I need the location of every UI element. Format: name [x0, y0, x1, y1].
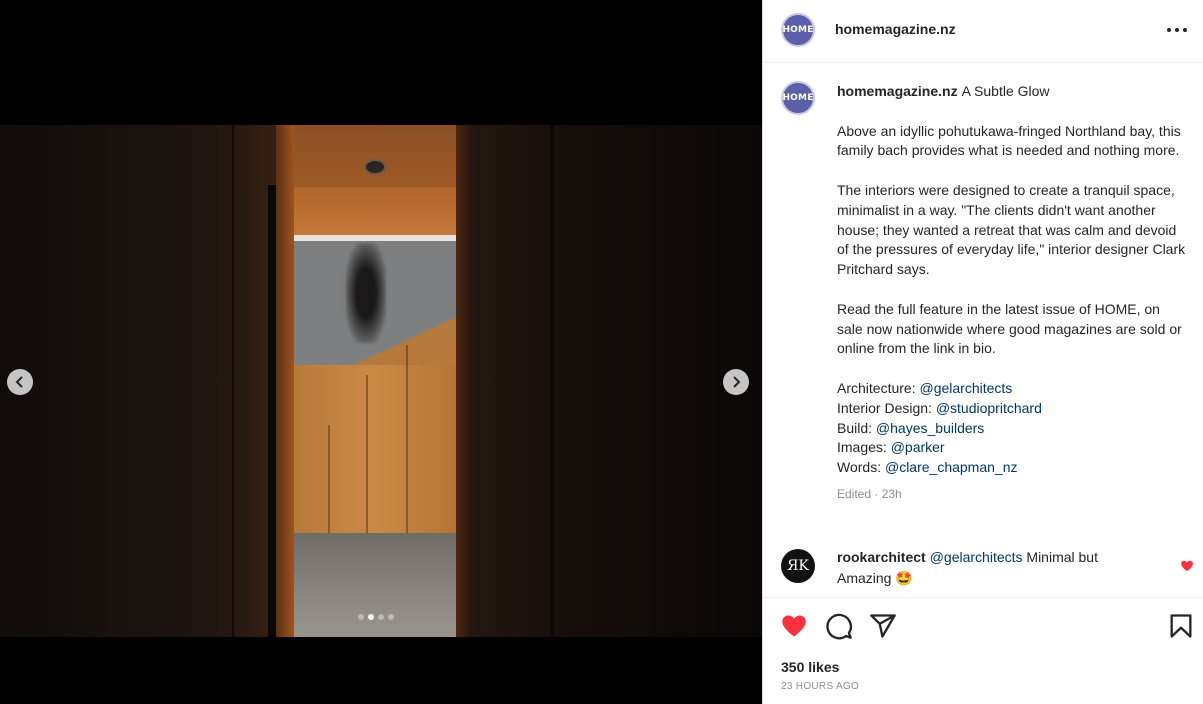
carousel-indicator: [358, 614, 394, 620]
carousel-dot: [358, 614, 364, 620]
mention-link[interactable]: @gelarchitects: [919, 380, 1012, 396]
caption-paragraph: Above an idyllic pohutukawa-fringed Nort…: [837, 122, 1181, 159]
post-caption: homemagazine.nz A Subtle Glow Above an id…: [837, 82, 1187, 505]
caption-username[interactable]: homemagazine.nz: [837, 83, 958, 99]
more-options-button[interactable]: [1165, 22, 1189, 38]
mention-link[interactable]: @hayes_builders: [876, 420, 984, 436]
carousel-dot: [378, 614, 384, 620]
post-header: HOME homemagazine.nz: [763, 0, 1203, 63]
mention-link[interactable]: @clare_chapman_nz: [885, 459, 1018, 475]
author-username[interactable]: homemagazine.nz: [835, 21, 956, 37]
heart-icon[interactable]: [780, 612, 808, 640]
author-avatar[interactable]: HOME: [781, 13, 815, 47]
more-horizontal-icon: [1167, 28, 1171, 32]
photo-left-wall: [0, 125, 290, 637]
bookmark-icon[interactable]: [1167, 612, 1195, 640]
commenter-avatar[interactable]: ЯK: [781, 549, 815, 583]
post-photo[interactable]: [0, 125, 762, 637]
caption-title: A Subtle Glow: [961, 83, 1050, 99]
mention-link[interactable]: @studiopritchard: [936, 400, 1042, 416]
comment-text: rookarchitect @gelarchitects Minimal but …: [837, 547, 1137, 589]
carousel-prev-button[interactable]: [7, 369, 33, 395]
comment-heart-icon[interactable]: [1180, 559, 1194, 573]
commenter-username[interactable]: rookarchitect: [837, 549, 926, 565]
post-side-panel: HOME homemagazine.nz HOME homemagazine.n…: [762, 0, 1203, 704]
comment-icon[interactable]: [825, 612, 853, 640]
caption-meta: Edited · 23h: [837, 486, 902, 501]
chevron-left-icon: [15, 376, 23, 388]
credit-line: Words: @clare_chapman_nz: [837, 459, 1018, 476]
likes-count[interactable]: 350 likes: [781, 659, 839, 675]
credit-line: Interior Design: @studiopritchard: [837, 399, 1042, 416]
post-actions: 350 likes 23 HOURS AGO: [763, 597, 1203, 704]
carousel-dot-active: [368, 614, 374, 620]
credit-line: Architecture: @gelarchitects: [837, 379, 1013, 396]
credit-line: Images: @parker: [837, 439, 945, 456]
photo-right-wall: [470, 125, 762, 637]
mention-link[interactable]: @gelarchitects: [930, 549, 1023, 565]
credit-line: Build: @hayes_builders: [837, 419, 985, 436]
carousel-dot: [388, 614, 394, 620]
share-icon[interactable]: [869, 612, 897, 640]
caption-avatar[interactable]: HOME: [781, 81, 815, 115]
post-timestamp[interactable]: 23 HOURS AGO: [781, 681, 859, 692]
mention-link[interactable]: @parker: [891, 439, 945, 455]
carousel-next-button[interactable]: [723, 369, 749, 395]
photo-floor: [294, 533, 456, 637]
post-media: [0, 0, 762, 704]
caption-paragraph: The interiors were designed to create a …: [837, 181, 1186, 278]
comments-section[interactable]: HOME homemagazine.nz A Subtle Glow Above …: [763, 63, 1203, 597]
caption-paragraph: Read the full feature in the latest issu…: [837, 300, 1182, 357]
chevron-right-icon: [733, 376, 741, 388]
